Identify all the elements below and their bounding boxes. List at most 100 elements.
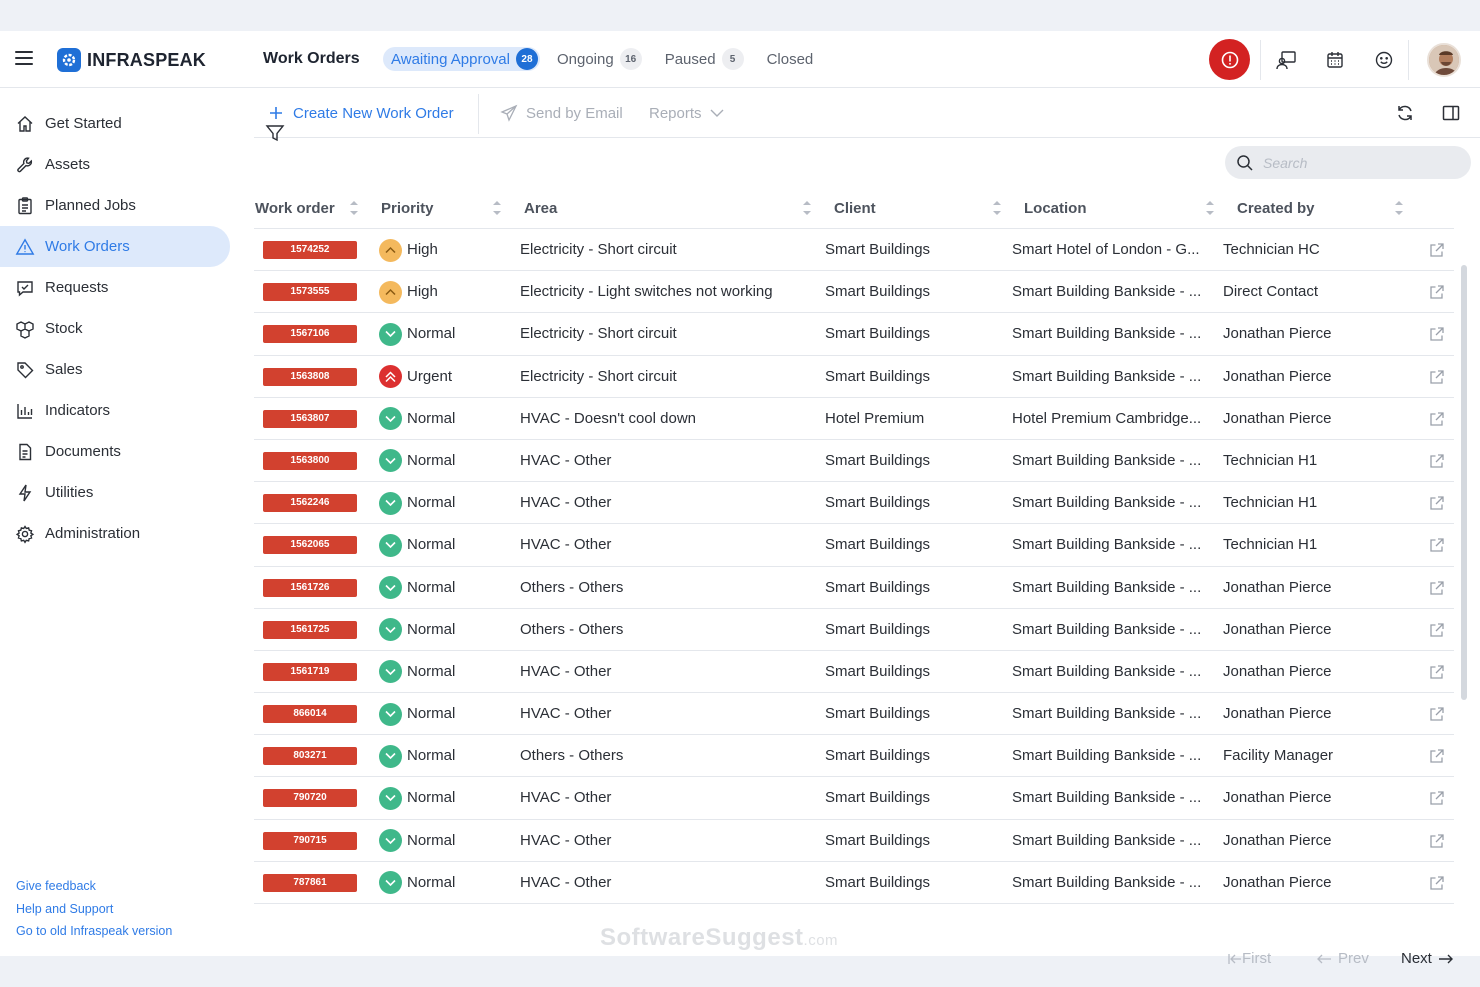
table-row[interactable]: 1563800 Normal HVAC - Other Smart Buildings… xyxy=(254,440,1454,483)
sidebar-item-stock[interactable]: Stock xyxy=(0,308,230,349)
work-order-id-badge[interactable]: 1561719 xyxy=(263,662,357,681)
open-external-icon[interactable] xyxy=(1428,452,1446,470)
next-page-button[interactable]: Next xyxy=(1401,950,1454,967)
open-external-icon[interactable] xyxy=(1428,832,1446,850)
column-header-location[interactable]: Location xyxy=(1024,188,1087,229)
menu-icon[interactable] xyxy=(15,51,33,67)
table-row[interactable]: 1563807 Normal HVAC - Doesn't cool down Hot… xyxy=(254,398,1454,440)
table-row[interactable]: 1567106 Normal Electricity - Short circuit… xyxy=(254,313,1454,356)
column-header-priority[interactable]: Priority xyxy=(381,188,434,229)
priority-cell: Normal xyxy=(379,440,455,482)
toggle-columns-button[interactable] xyxy=(1441,88,1461,138)
create-work-order-button[interactable]: Create New Work Order xyxy=(268,88,454,138)
send-by-email-button[interactable]: Send by Email xyxy=(500,88,623,138)
scrollbar[interactable] xyxy=(1461,265,1467,700)
open-external-icon[interactable] xyxy=(1428,325,1446,343)
open-external-icon[interactable] xyxy=(1428,410,1446,428)
brand-logo[interactable]: INFRASPEAK xyxy=(57,47,206,73)
tab-label: Closed xyxy=(766,50,814,68)
column-header-created-by[interactable]: Created by xyxy=(1237,188,1315,229)
column-header-area[interactable]: Area xyxy=(524,188,557,229)
prev-page-button[interactable]: Prev xyxy=(1316,950,1369,967)
open-external-icon[interactable] xyxy=(1428,663,1446,681)
sidebar-item-sales[interactable]: Sales xyxy=(0,349,230,390)
work-order-id-badge[interactable]: 790715 xyxy=(263,831,357,850)
work-order-id-badge[interactable]: 1563807 xyxy=(263,409,357,428)
avatar[interactable] xyxy=(1427,42,1461,77)
refresh-button[interactable] xyxy=(1395,88,1415,138)
work-order-id-badge[interactable]: 1561726 xyxy=(263,578,357,597)
work-order-id-badge[interactable]: 790720 xyxy=(263,789,357,808)
tab-paused[interactable]: Paused 5 xyxy=(657,47,750,71)
alert-button[interactable] xyxy=(1209,39,1250,80)
reports-dropdown[interactable]: Reports xyxy=(649,88,724,138)
work-order-id-badge[interactable]: 1563800 xyxy=(263,451,357,470)
work-order-id-badge[interactable]: 1567106 xyxy=(263,325,357,344)
table-row[interactable]: 1562065 Normal HVAC - Other Smart Buildings… xyxy=(254,524,1454,567)
filter-icon[interactable] xyxy=(264,122,286,144)
open-external-icon[interactable] xyxy=(1428,536,1446,554)
open-external-icon[interactable] xyxy=(1428,241,1446,259)
work-order-id-badge[interactable]: 866014 xyxy=(263,705,357,724)
feedback-button[interactable] xyxy=(1359,31,1408,88)
sidebar-item-requests[interactable]: Requests xyxy=(0,267,230,308)
sort-icon[interactable] xyxy=(349,198,359,218)
table-row[interactable]: 1561726 Normal Others - Others Smart Buildi… xyxy=(254,567,1454,609)
sidebar-item-administration[interactable]: Administration xyxy=(0,513,230,554)
table-row[interactable]: 803271 Normal Others - Others Smart Buildin… xyxy=(254,735,1454,778)
work-order-id-badge[interactable]: 1562065 xyxy=(263,536,357,555)
open-external-icon[interactable] xyxy=(1428,874,1446,892)
open-external-icon[interactable] xyxy=(1428,621,1446,639)
sort-icon[interactable] xyxy=(492,198,502,218)
table-row[interactable]: 1561719 Normal HVAC - Other Smart Buildings… xyxy=(254,651,1454,694)
table-row[interactable]: 1574252 High Electricity - Short circuit Sm… xyxy=(254,229,1454,272)
column-header-client[interactable]: Client xyxy=(834,188,876,229)
tab-ongoing[interactable]: Ongoing 16 xyxy=(549,47,648,71)
sidebar-item-work-orders[interactable]: Work Orders xyxy=(0,226,230,267)
column-header-work-order[interactable]: Work order xyxy=(255,188,335,229)
first-page-button[interactable]: First xyxy=(1228,950,1271,967)
work-order-id-badge[interactable]: 1573555 xyxy=(263,283,357,302)
open-external-icon[interactable] xyxy=(1428,368,1446,386)
table-row[interactable]: 787861 Normal HVAC - Other Smart Buildings S… xyxy=(254,862,1454,904)
open-external-icon[interactable] xyxy=(1428,494,1446,512)
bar-chart-icon xyxy=(17,403,33,419)
sidebar-item-get-started[interactable]: Get Started xyxy=(0,103,230,144)
work-order-id-badge[interactable]: 1574252 xyxy=(263,241,357,259)
sort-icon[interactable] xyxy=(1394,198,1404,218)
sort-icon[interactable] xyxy=(992,198,1002,218)
location-cell: Smart Building Bankside - ... xyxy=(1012,536,1202,554)
open-external-icon[interactable] xyxy=(1428,789,1446,807)
search-input[interactable] xyxy=(1263,154,1453,171)
sort-icon[interactable] xyxy=(1205,198,1215,218)
table-row[interactable]: 790720 Normal HVAC - Other Smart Buildings S… xyxy=(254,777,1454,820)
sidebar-item-planned-jobs[interactable]: Planned Jobs xyxy=(0,185,230,226)
calendar-button[interactable] xyxy=(1310,31,1359,88)
sidebar-item-indicators[interactable]: Indicators xyxy=(0,390,230,431)
table-row[interactable]: 790715 Normal HVAC - Other Smart Buildings S… xyxy=(254,820,1454,862)
work-order-id-badge[interactable]: 1562246 xyxy=(263,494,357,513)
work-order-id-badge[interactable]: 803271 xyxy=(263,747,357,766)
help-support-link[interactable]: Help and Support xyxy=(16,902,113,916)
remote-assist-button[interactable] xyxy=(1261,31,1310,88)
sort-icon[interactable] xyxy=(802,198,812,218)
tab-awaiting-approval[interactable]: Awaiting Approval 28 xyxy=(383,47,540,71)
table-row[interactable]: 866014 Normal HVAC - Other Smart Buildings S… xyxy=(254,693,1454,736)
table-row[interactable]: 1562246 Normal HVAC - Other Smart Buildings… xyxy=(254,482,1454,525)
open-external-icon[interactable] xyxy=(1428,705,1446,723)
work-order-id-badge[interactable]: 1561725 xyxy=(263,620,357,639)
open-external-icon[interactable] xyxy=(1428,283,1446,301)
sidebar-item-documents[interactable]: Documents xyxy=(0,431,230,472)
work-order-id-badge[interactable]: 1563808 xyxy=(263,367,357,386)
sidebar-item-utilities[interactable]: Utilities xyxy=(0,472,230,513)
open-external-icon[interactable] xyxy=(1428,579,1446,597)
tab-closed[interactable]: Closed xyxy=(759,47,820,71)
work-order-id-badge[interactable]: 787861 xyxy=(263,873,357,892)
table-row[interactable]: 1563808 Urgent Electricity - Short circuit… xyxy=(254,356,1454,398)
table-row[interactable]: 1573555 High Electricity - Light switches … xyxy=(254,271,1454,314)
table-row[interactable]: 1561725 Normal Others - Others Smart Buildi… xyxy=(254,609,1454,651)
sidebar-item-assets[interactable]: Assets xyxy=(0,144,230,185)
give-feedback-link[interactable]: Give feedback xyxy=(16,879,96,893)
old-version-link[interactable]: Go to old Infraspeak version xyxy=(16,924,172,938)
open-external-icon[interactable] xyxy=(1428,747,1446,765)
